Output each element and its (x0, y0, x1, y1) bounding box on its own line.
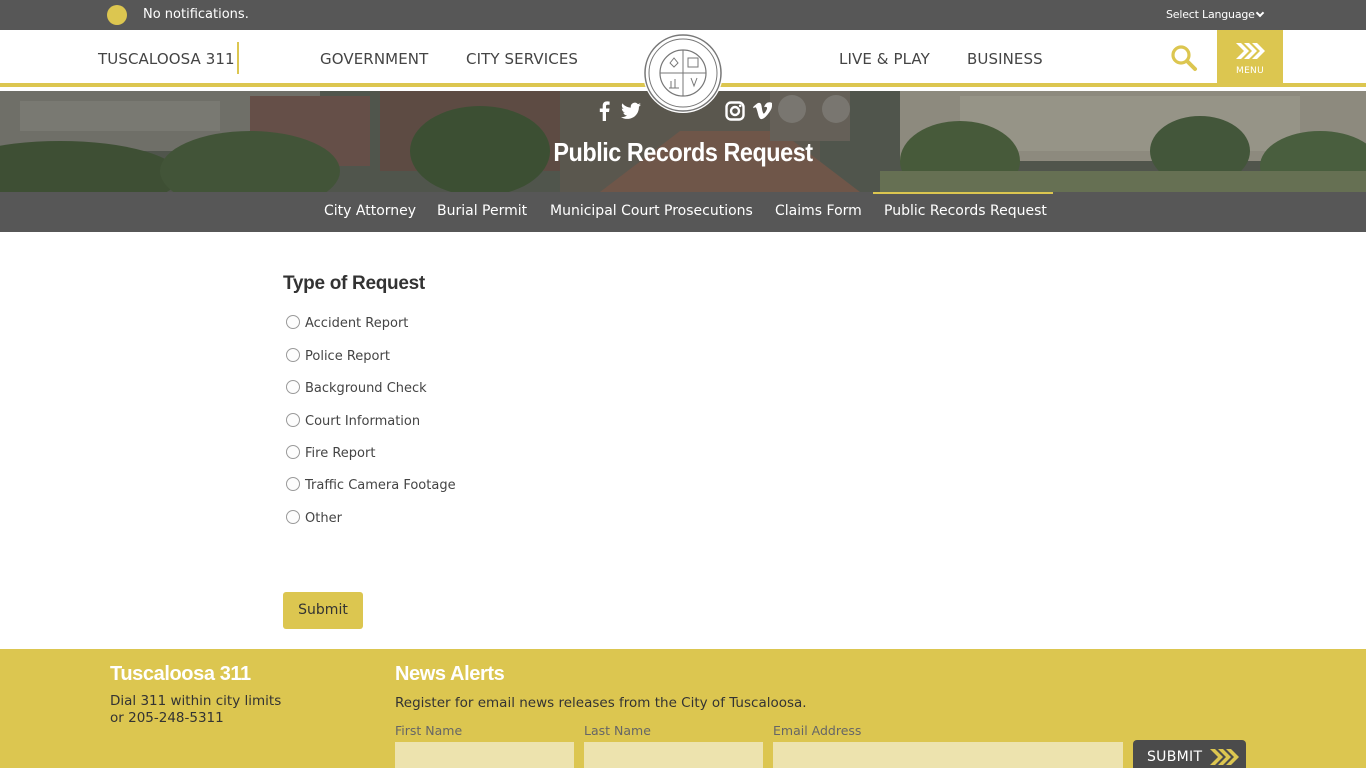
nav-tuscaloosa-311[interactable]: TUSCALOOSA 311 (98, 50, 235, 68)
language-selector-label: Select Language (1166, 8, 1255, 21)
menu-button[interactable]: MENU (1217, 30, 1283, 87)
footer-311-title: Tuscaloosa 311 (110, 663, 251, 685)
option-label: Court Information (305, 414, 421, 429)
menu-label: MENU (1236, 66, 1264, 76)
language-selector[interactable]: Select Language (1166, 8, 1264, 21)
chevrons-right-icon (1236, 43, 1265, 59)
submit-button[interactable]: Submit (283, 592, 363, 629)
active-tab-indicator (873, 192, 1053, 194)
twitter-icon[interactable] (621, 101, 641, 121)
nav-city-services[interactable]: CITY SERVICES (466, 50, 578, 68)
radio-button[interactable] (286, 315, 300, 329)
subnav-burial-permit[interactable]: Burial Permit (437, 203, 527, 219)
chevron-down-icon (1255, 8, 1264, 18)
nav-business[interactable]: BUSINESS (967, 50, 1043, 68)
footer-311-line1: Dial 311 within city limits (110, 693, 282, 709)
page-title: Public Records Request (553, 137, 813, 167)
last-name-field[interactable] (584, 742, 763, 768)
email-field[interactable] (773, 742, 1123, 768)
footer-311-phone: or 205-248-5311 (110, 710, 224, 726)
radio-button[interactable] (286, 445, 300, 459)
email-label: Email Address (773, 723, 862, 738)
footer-news-alerts-title: News Alerts (395, 663, 505, 685)
radio-button[interactable] (286, 380, 300, 394)
subnav-public-records-request[interactable]: Public Records Request (884, 203, 1047, 219)
notification-bar: No notifications. Select Language (0, 0, 1366, 30)
notification-indicator-icon[interactable] (107, 5, 127, 25)
facebook-icon[interactable] (597, 101, 611, 121)
nav-divider (237, 42, 239, 74)
footer-news-alerts-description: Register for email news releases from th… (395, 695, 807, 711)
news-alerts-submit-label: SUBMIT (1147, 749, 1203, 765)
radio-button[interactable] (286, 348, 300, 362)
city-seal-logo[interactable] (643, 33, 723, 113)
first-name-label: First Name (395, 723, 463, 738)
option-label: Accident Report (305, 316, 409, 331)
subnav-city-attorney[interactable]: City Attorney (324, 203, 416, 219)
subnav-claims-form[interactable]: Claims Form (775, 203, 862, 219)
radio-button[interactable] (286, 413, 300, 427)
option-label: Police Report (305, 349, 390, 364)
option-label: Other (305, 511, 342, 526)
option-label: Traffic Camera Footage (305, 478, 456, 493)
nav-live-and-play[interactable]: LIVE & PLAY (839, 50, 930, 68)
vimeo-icon[interactable] (753, 101, 772, 121)
search-icon[interactable] (1170, 44, 1198, 72)
option-label: Background Check (305, 381, 427, 396)
news-alerts-submit-button[interactable]: SUBMIT (1133, 740, 1246, 768)
last-name-label: Last Name (584, 723, 651, 738)
subnav-municipal-court-prosecutions[interactable]: Municipal Court Prosecutions (550, 203, 753, 219)
first-name-field[interactable] (395, 742, 574, 768)
form-section-title: Type of Request (283, 273, 425, 294)
radio-button[interactable] (286, 510, 300, 524)
radio-button[interactable] (286, 477, 300, 491)
main-header: TUSCALOOSA 311 GOVERNMENT CITY SERVICES … (0, 30, 1366, 113)
nav-government[interactable]: GOVERNMENT (320, 50, 428, 68)
chevrons-right-icon (1210, 749, 1239, 765)
option-label: Fire Report (305, 446, 376, 461)
notification-text: No notifications. (143, 7, 249, 22)
site-footer: Tuscaloosa 311 Dial 311 within city limi… (0, 649, 1366, 768)
instagram-icon[interactable] (725, 101, 745, 121)
section-subnav: City Attorney Burial Permit Municipal Co… (0, 192, 1366, 232)
